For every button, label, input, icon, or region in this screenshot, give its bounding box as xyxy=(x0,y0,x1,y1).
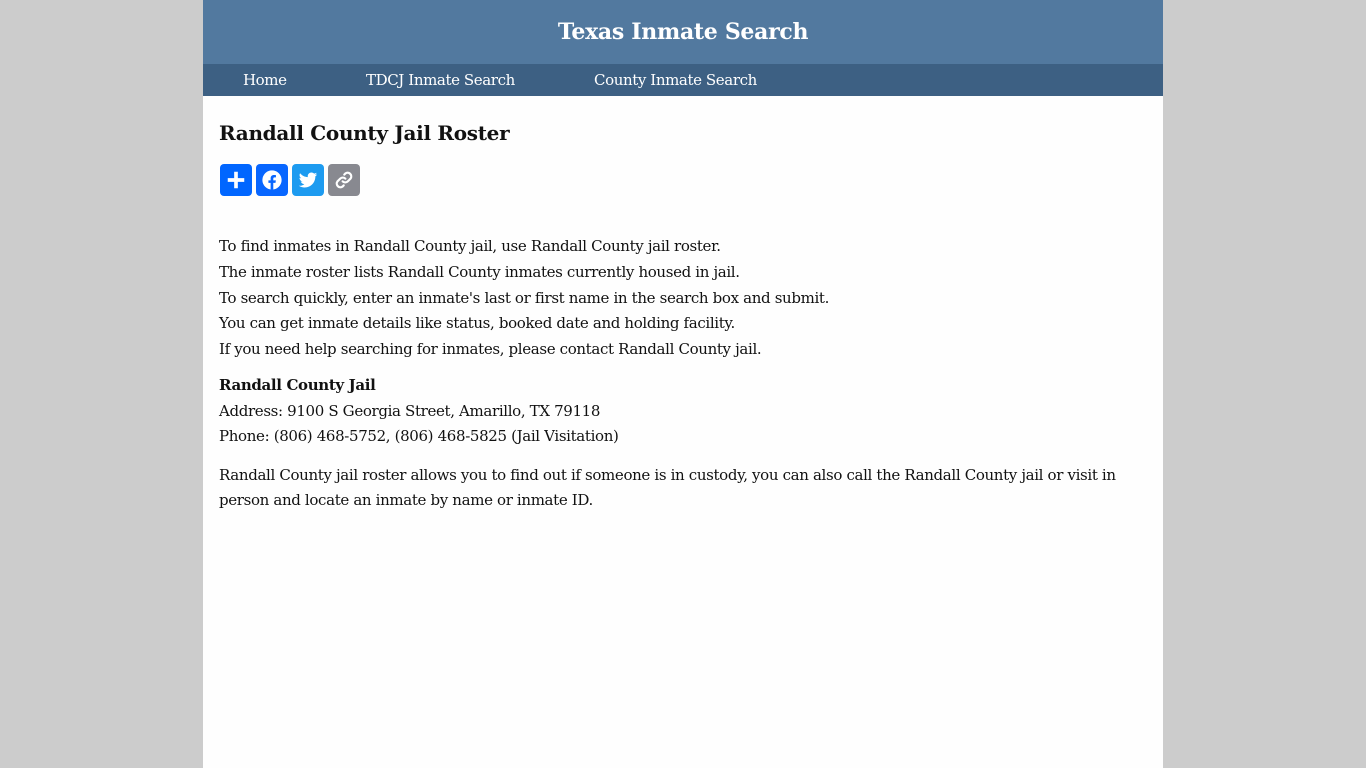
jail-name: Randall County Jail xyxy=(219,375,376,394)
twitter-share-button[interactable] xyxy=(292,164,324,196)
facebook-share-button[interactable] xyxy=(256,164,288,196)
closing-text: Randall County jail roster allows you to… xyxy=(219,466,1116,510)
nav-item-home[interactable]: Home xyxy=(243,71,287,89)
intro-line: If you need help searching for inmates, … xyxy=(219,340,762,359)
site-title[interactable]: Texas Inmate Search xyxy=(558,19,809,45)
intro-line: You can get inmate details like status, … xyxy=(219,314,735,333)
twitter-icon xyxy=(298,172,318,188)
share-button[interactable] xyxy=(220,164,252,196)
jail-phone: Phone: (806) 468-5752, (806) 468-5825 (J… xyxy=(219,427,619,446)
intro-line: To search quickly, enter an inmate's las… xyxy=(219,288,830,307)
intro-line: To find inmates in Randall County jail, … xyxy=(219,237,721,255)
page-content: To find inmates in Randall County jail, … xyxy=(219,234,1149,513)
copy-link-button[interactable] xyxy=(328,164,360,196)
share-buttons xyxy=(220,164,360,196)
page-container: Texas Inmate Search Home TDCJ Inmate Sea… xyxy=(203,0,1163,768)
site-header: Texas Inmate Search xyxy=(203,0,1163,64)
intro-text: To find inmates in Randall County jail, … xyxy=(219,234,1149,363)
link-icon xyxy=(335,171,353,189)
facebook-icon xyxy=(262,170,282,190)
nav-item-county-inmate-search[interactable]: County Inmate Search xyxy=(594,71,757,89)
page-title: Randall County Jail Roster xyxy=(219,121,510,145)
plus-icon xyxy=(227,171,245,189)
intro-line: The inmate roster lists Randall County i… xyxy=(219,262,740,281)
jail-info: Randall County Jail Address: 9100 S Geor… xyxy=(219,373,1149,450)
nav-item-tdcj-inmate-search[interactable]: TDCJ Inmate Search xyxy=(366,71,515,89)
jail-address: Address: 9100 S Georgia Street, Amarillo… xyxy=(219,401,601,420)
nav-bar: Home TDCJ Inmate Search County Inmate Se… xyxy=(203,64,1163,96)
